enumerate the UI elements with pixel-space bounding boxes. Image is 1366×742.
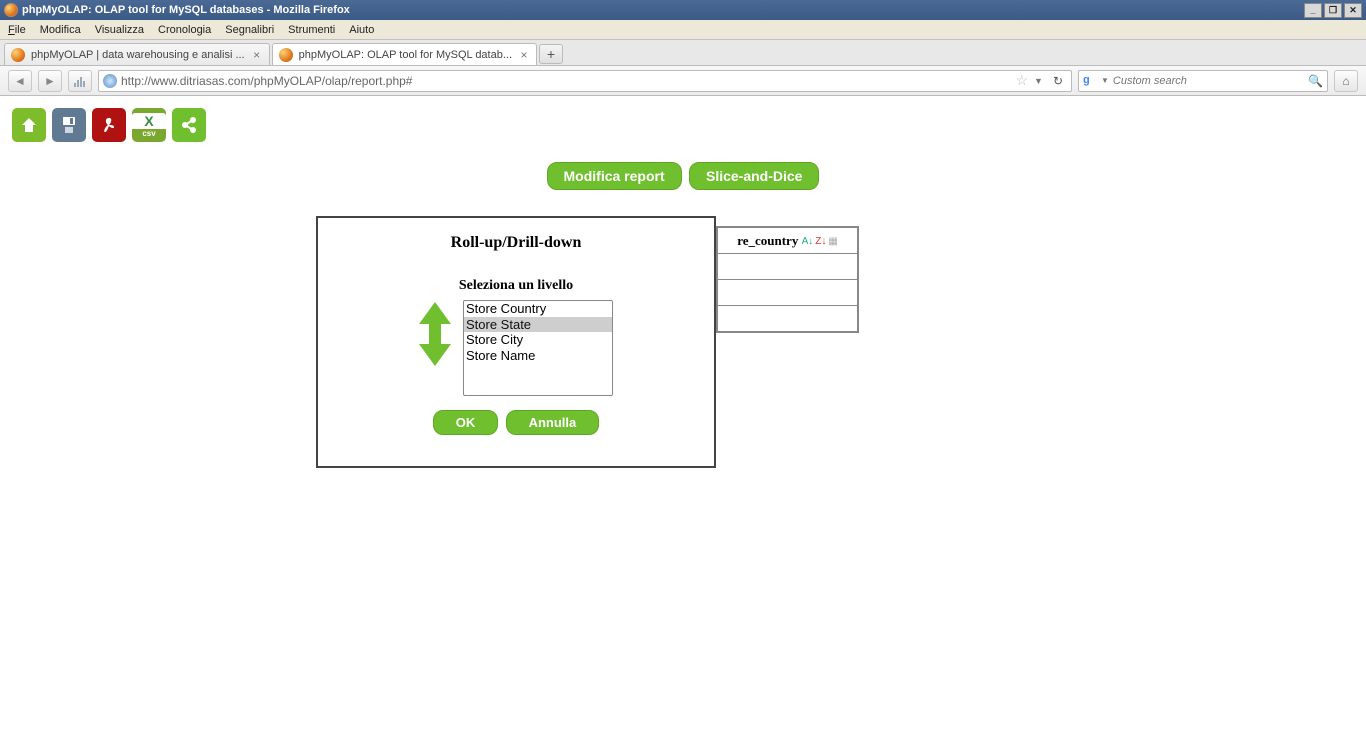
- bookmark-star-icon[interactable]: ☆: [1015, 72, 1028, 89]
- report-preview: re_country A↓ Z↓ ▦: [716, 226, 859, 333]
- search-box[interactable]: g ▼ 🔍: [1078, 70, 1328, 92]
- globe-icon: [103, 74, 117, 88]
- tab-1[interactable]: phpMyOLAP: OLAP tool for MySQL datab... …: [272, 43, 537, 65]
- reload-button[interactable]: ↻: [1049, 74, 1067, 88]
- column-options-icon[interactable]: ▦: [828, 236, 837, 247]
- forward-button[interactable]: ►: [38, 70, 62, 92]
- level-option[interactable]: Store Name: [464, 348, 612, 364]
- toolbar-home-button[interactable]: [12, 108, 46, 142]
- menu-strumenti[interactable]: Strumenti: [288, 24, 335, 36]
- dialog-cancel-button[interactable]: Annulla: [506, 410, 600, 435]
- report-cell: [718, 254, 858, 280]
- google-icon: g: [1083, 74, 1097, 88]
- navigation-bar: ◄ ► ☆ ▼ ↻ g ▼ 🔍 ⌂: [0, 66, 1366, 96]
- search-input[interactable]: [1113, 75, 1304, 87]
- history-icon: [73, 75, 87, 87]
- tab-close-button[interactable]: ×: [518, 49, 530, 61]
- save-icon: [58, 114, 80, 136]
- report-cell: [718, 280, 858, 306]
- report-header-label: re_country: [737, 233, 798, 248]
- rollup-arrow-up-button[interactable]: [419, 302, 451, 324]
- window-close-button[interactable]: ✕: [1344, 3, 1362, 18]
- pdf-icon: [99, 115, 119, 135]
- tab-0[interactable]: phpMyOLAP | data warehousing e analisi .…: [4, 43, 270, 65]
- tab-close-button[interactable]: ×: [251, 49, 263, 61]
- toolbar-csv-button[interactable]: X csv: [132, 108, 166, 142]
- excel-x-icon: X: [132, 113, 166, 129]
- report-cell: [718, 306, 858, 332]
- arrow-controls: [419, 300, 451, 396]
- firefox-icon: [4, 3, 18, 17]
- menu-cronologia[interactable]: Cronologia: [158, 24, 211, 36]
- menu-segnalibri[interactable]: Segnalibri: [225, 24, 274, 36]
- action-row: Modifica report Slice-and-Dice: [12, 162, 1354, 190]
- window-restore-button[interactable]: ❐: [1324, 3, 1342, 18]
- level-option[interactable]: Store State: [464, 317, 612, 333]
- tab-label: phpMyOLAP | data warehousing e analisi .…: [31, 49, 245, 61]
- csv-label: csv: [142, 129, 155, 138]
- menu-modifica[interactable]: Modifica: [40, 24, 81, 36]
- window-titlebar: phpMyOLAP: OLAP tool for MySQL databases…: [0, 0, 1366, 20]
- menu-aiuto[interactable]: Aiuto: [349, 24, 374, 36]
- history-button[interactable]: [68, 70, 92, 92]
- menu-visualizza[interactable]: Visualizza: [95, 24, 144, 36]
- share-icon: [179, 115, 199, 135]
- url-dropdown-button[interactable]: ▼: [1032, 76, 1045, 86]
- window-minimize-button[interactable]: _: [1304, 3, 1322, 18]
- report-header-cell[interactable]: re_country A↓ Z↓ ▦: [718, 228, 858, 254]
- app-toolbar: X csv: [12, 108, 1354, 142]
- url-bar[interactable]: ☆ ▼ ↻: [98, 70, 1072, 92]
- rollup-drilldown-dialog: Roll-up/Drill-down Seleziona un livello …: [316, 216, 716, 468]
- drilldown-arrow-down-button[interactable]: [419, 344, 451, 366]
- modifica-report-button[interactable]: Modifica report: [547, 162, 682, 190]
- dialog-title: Roll-up/Drill-down: [342, 234, 690, 252]
- menu-bar: File Modifica Visualizza Cronologia Segn…: [0, 20, 1366, 40]
- window-title: phpMyOLAP: OLAP tool for MySQL databases…: [22, 4, 350, 16]
- dialog-subtitle: Seleziona un livello: [342, 278, 690, 294]
- dialog-ok-button[interactable]: OK: [433, 410, 499, 435]
- level-option[interactable]: Store City: [464, 332, 612, 348]
- search-engine-dropdown[interactable]: ▼: [1101, 76, 1109, 85]
- search-submit-button[interactable]: 🔍: [1308, 74, 1323, 88]
- tab-label: phpMyOLAP: OLAP tool for MySQL datab...: [299, 49, 512, 61]
- back-button[interactable]: ◄: [8, 70, 32, 92]
- new-tab-button[interactable]: +: [539, 44, 563, 64]
- sort-asc-icon[interactable]: A↓: [802, 236, 814, 247]
- toolbar-save-button[interactable]: [52, 108, 86, 142]
- favicon-icon: [279, 48, 293, 62]
- sort-desc-icon[interactable]: Z↓: [815, 236, 826, 247]
- home-button[interactable]: ⌂: [1334, 70, 1358, 92]
- tab-strip: phpMyOLAP | data warehousing e analisi .…: [0, 40, 1366, 66]
- level-option[interactable]: Store Country: [464, 301, 612, 317]
- menu-file[interactable]: File: [8, 24, 26, 36]
- toolbar-share-button[interactable]: [172, 108, 206, 142]
- favicon-icon: [11, 48, 25, 62]
- slice-and-dice-button[interactable]: Slice-and-Dice: [689, 162, 819, 190]
- page-content: X csv Modifica report Slice-and-Dice re_…: [0, 96, 1366, 742]
- home-icon: [19, 115, 39, 135]
- level-select[interactable]: Store CountryStore StateStore CityStore …: [463, 300, 613, 396]
- url-input[interactable]: [121, 74, 1011, 88]
- toolbar-pdf-button[interactable]: [92, 108, 126, 142]
